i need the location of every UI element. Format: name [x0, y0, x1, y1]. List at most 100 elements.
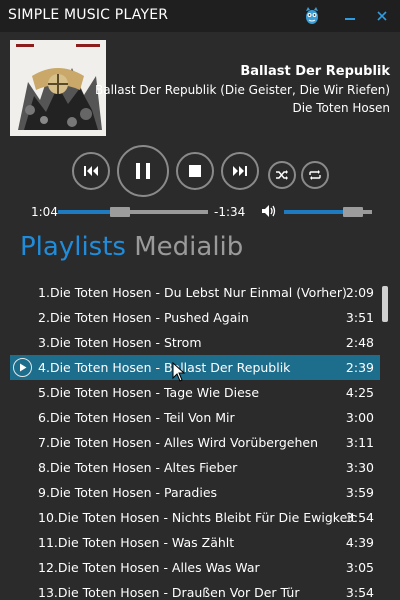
minimize-button[interactable]: [338, 4, 362, 28]
track-name: Die Toten Hosen - Paradies: [49, 485, 218, 500]
track-duration: 3:00: [345, 410, 374, 425]
app-title: SIMPLE MUSIC PLAYER: [8, 7, 169, 23]
close-button[interactable]: [370, 4, 394, 28]
stop-button[interactable]: [176, 152, 214, 190]
album-name: Ballast Der Republik (Die Geister, Die W…: [95, 83, 390, 97]
track-entry: 9.Die Toten Hosen - Paradies: [38, 485, 217, 500]
minimize-icon: [345, 18, 355, 20]
pause-icon: [136, 163, 150, 179]
mouse-cursor-icon: [172, 362, 186, 382]
playlist-row[interactable]: 8.Die Toten Hosen - Altes Fieber 3:30: [10, 455, 380, 480]
track-name: Die Toten Hosen - Draußen Vor Der Tür: [57, 585, 300, 600]
playlist-row[interactable]: 1.Die Toten Hosen - Du Lebst Nur Einmal …: [10, 280, 380, 305]
track-number: 9.: [38, 485, 50, 500]
track-entry: 12.Die Toten Hosen - Alles Was War: [38, 560, 260, 575]
track-name: Die Toten Hosen - Ballast Der Republik: [49, 360, 291, 375]
elapsed-time: 1:04: [31, 205, 58, 219]
stop-icon: [189, 165, 201, 177]
tab-medialib[interactable]: Medialib: [134, 232, 243, 262]
playlist-row[interactable]: 3.Die Toten Hosen - Strom 2:48: [10, 330, 380, 355]
playlist-row[interactable]: 2.Die Toten Hosen - Pushed Again 3:51: [10, 305, 380, 330]
track-entry: 8.Die Toten Hosen - Altes Fieber: [38, 460, 237, 475]
track-duration: 3:59: [345, 485, 374, 500]
repeat-button[interactable]: [301, 161, 329, 189]
close-icon: [377, 11, 387, 21]
volume-icon[interactable]: [261, 204, 277, 218]
playlist-row[interactable]: 7.Die Toten Hosen - Alles Wird Vorüberge…: [10, 430, 380, 455]
track-duration: 3:30: [345, 460, 374, 475]
next-icon: [233, 166, 247, 176]
album-artwork: [10, 40, 106, 136]
view-tabs: Playlists Medialib: [20, 232, 243, 262]
pause-button[interactable]: [117, 145, 169, 197]
now-playing-info: Ballast Der Republik Ballast Der Republi…: [95, 64, 390, 119]
track-duration: 2:09: [345, 285, 374, 300]
track-duration: 3:11: [345, 435, 374, 450]
track-duration: 2:48: [345, 335, 374, 350]
track-entry: 7.Die Toten Hosen - Alles Wird Vorüberge…: [38, 435, 318, 450]
scrollbar-thumb[interactable]: [382, 286, 388, 322]
playlist-row[interactable]: 11.Die Toten Hosen - Was Zählt 4:39: [10, 530, 380, 555]
track-name: Die Toten Hosen - Was Zählt: [57, 535, 235, 550]
track-number: 12.: [38, 560, 58, 575]
track-duration: 3:51: [345, 310, 374, 325]
track-entry: 13.Die Toten Hosen - Draußen Vor Der Tür: [38, 585, 300, 600]
seek-bar[interactable]: [58, 210, 208, 214]
track-name: Die Toten Hosen - Strom: [49, 335, 202, 350]
playlist-row[interactable]: 10.Die Toten Hosen - Nichts Bleibt Für D…: [10, 505, 380, 530]
track-entry: 1.Die Toten Hosen - Du Lebst Nur Einmal …: [38, 285, 347, 300]
track-name: Die Toten Hosen - Du Lebst Nur Einmal (V…: [49, 285, 347, 300]
previous-icon: [84, 166, 98, 176]
shuffle-icon: [276, 170, 288, 180]
track-number: 2.: [38, 310, 50, 325]
track-number: 6.: [38, 410, 50, 425]
remaining-time: -1:34: [214, 205, 246, 219]
playlist-row[interactable]: 4.Die Toten Hosen - Ballast Der Republik…: [10, 355, 380, 380]
playlist-row[interactable]: 6.Die Toten Hosen - Teil Von Mir 3:00: [10, 405, 380, 430]
previous-button[interactable]: [72, 152, 110, 190]
track-duration: 3:54: [345, 585, 374, 600]
track-title: Ballast Der Republik: [240, 64, 390, 79]
playlist: 1.Die Toten Hosen - Du Lebst Nur Einmal …: [10, 280, 380, 600]
track-number: 4.: [38, 360, 50, 375]
track-entry: 11.Die Toten Hosen - Was Zählt: [38, 535, 234, 550]
track-number: 8.: [38, 460, 50, 475]
track-duration: 3:54: [345, 510, 374, 525]
playlist-row[interactable]: 9.Die Toten Hosen - Paradies 3:59: [10, 480, 380, 505]
track-entry: 10.Die Toten Hosen - Nichts Bleibt Für D…: [38, 510, 356, 525]
track-number: 11.: [38, 535, 58, 550]
artist-name: Die Toten Hosen: [292, 101, 390, 115]
track-entry: 4.Die Toten Hosen - Ballast Der Republik: [38, 360, 290, 375]
track-number: 5.: [38, 385, 50, 400]
album-cover: [10, 40, 106, 136]
track-name: Die Toten Hosen - Pushed Again: [49, 310, 249, 325]
track-duration: 4:25: [345, 385, 374, 400]
track-duration: 2:39: [345, 360, 374, 375]
next-button[interactable]: [221, 152, 259, 190]
playlist-row[interactable]: 5.Die Toten Hosen - Tage Wie Diese 4:25: [10, 380, 380, 405]
title-bar: SIMPLE MUSIC PLAYER: [0, 0, 400, 32]
volume-handle[interactable]: [342, 207, 363, 217]
playlist-scrollbar[interactable]: [382, 280, 388, 600]
track-number: 1.: [38, 285, 50, 300]
track-number: 10.: [38, 510, 58, 525]
track-duration: 3:05: [345, 560, 374, 575]
seek-handle[interactable]: [109, 207, 130, 217]
track-name: Die Toten Hosen - Tage Wie Diese: [49, 385, 260, 400]
shuffle-button[interactable]: [268, 161, 296, 189]
track-duration: 4:39: [345, 535, 374, 550]
track-entry: 6.Die Toten Hosen - Teil Von Mir: [38, 410, 235, 425]
playlist-row[interactable]: 13.Die Toten Hosen - Draußen Vor Der Tür…: [10, 580, 380, 600]
track-entry: 3.Die Toten Hosen - Strom: [38, 335, 202, 350]
repeat-icon: [309, 170, 321, 180]
track-number: 3.: [38, 335, 50, 350]
track-name: Die Toten Hosen - Alles Wird Vorübergehe…: [49, 435, 319, 450]
tab-playlists[interactable]: Playlists: [20, 232, 126, 262]
track-number: 13.: [38, 585, 58, 600]
playlist-row[interactable]: 12.Die Toten Hosen - Alles Was War 3:05: [10, 555, 380, 580]
track-entry: 5.Die Toten Hosen - Tage Wie Diese: [38, 385, 259, 400]
track-number: 7.: [38, 435, 50, 450]
mascot-logo-icon: [306, 7, 318, 24]
now-playing-icon: [13, 358, 32, 377]
track-name: Die Toten Hosen - Altes Fieber: [49, 460, 238, 475]
